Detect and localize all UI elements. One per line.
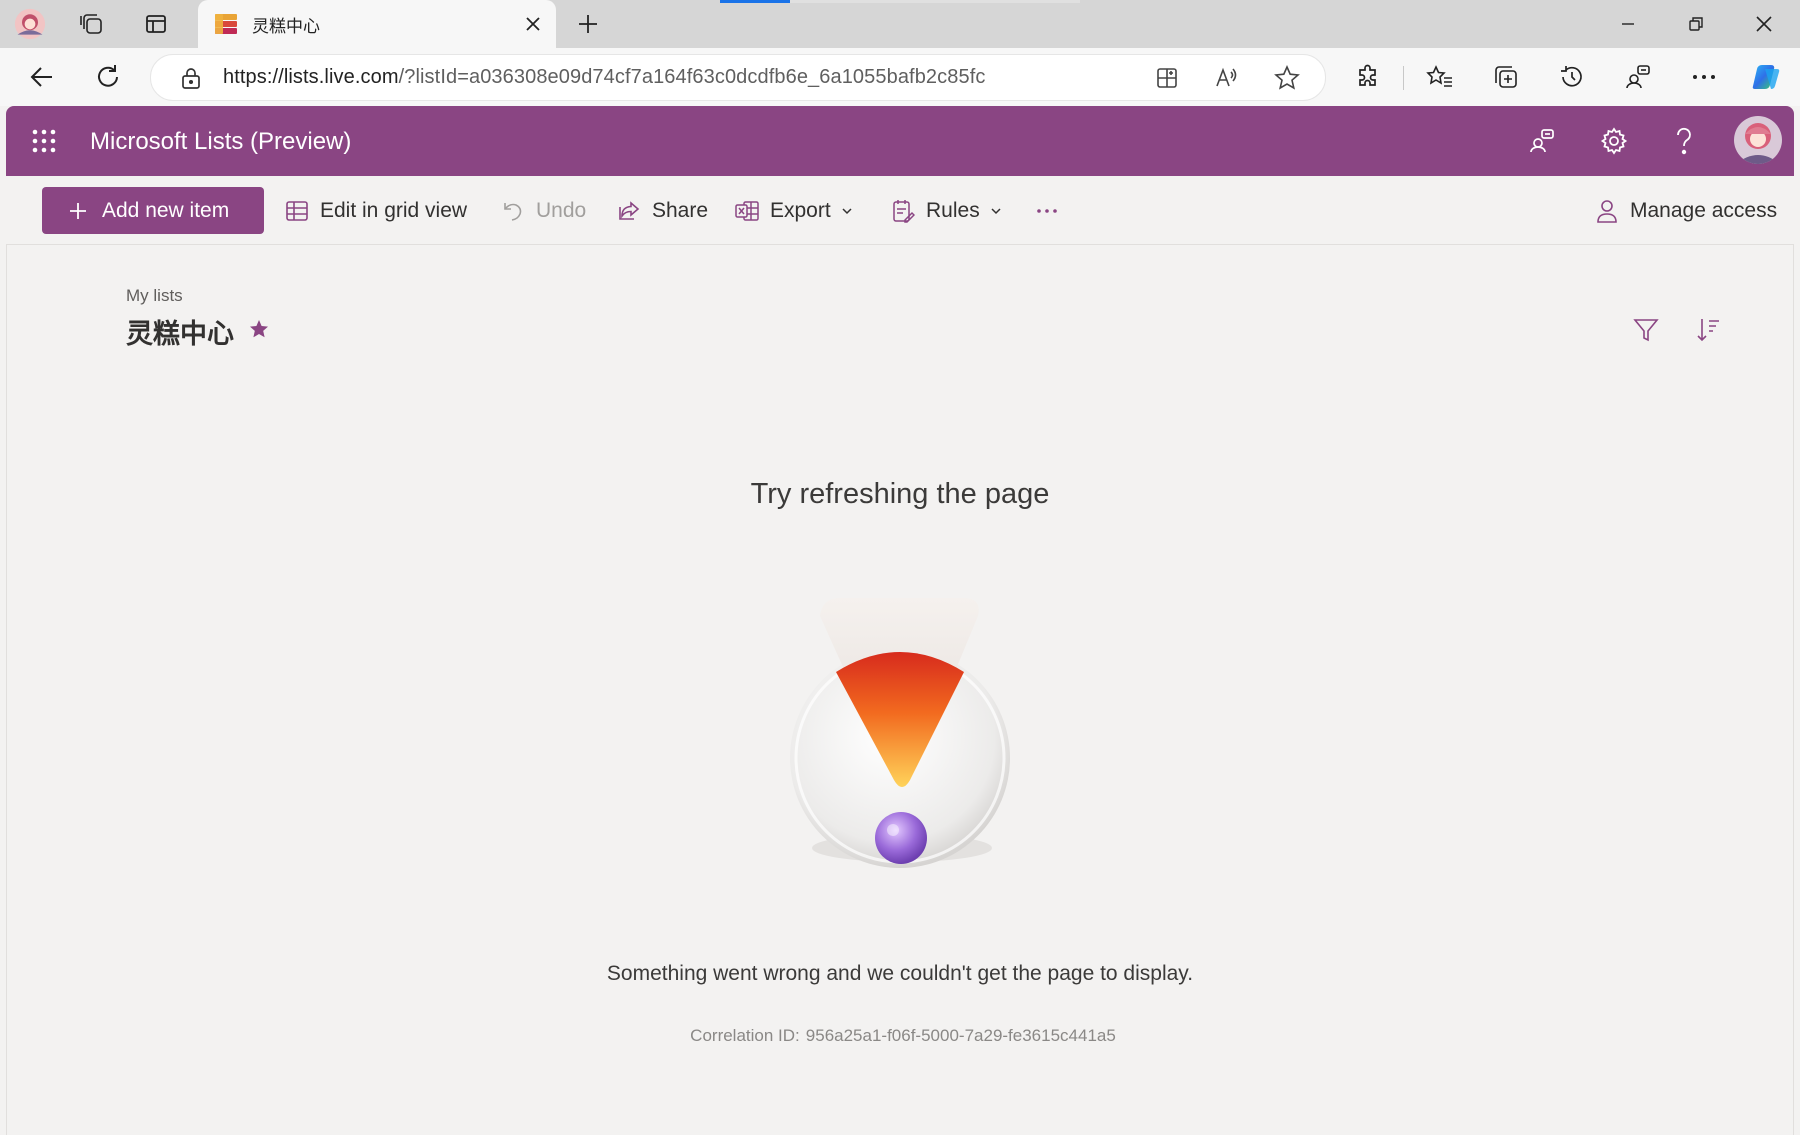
undo-label: Undo <box>536 199 587 222</box>
share-icon <box>616 198 642 224</box>
correlation-id-value: 956a25a1-f06f-5000-7a29-fe3615c441a5 <box>805 1026 1116 1045</box>
edit-grid-view-button[interactable]: Edit in grid view <box>284 196 467 226</box>
help-icon[interactable] <box>1666 123 1702 159</box>
chevron-down-icon <box>841 207 853 215</box>
favorite-star-icon[interactable] <box>1271 62 1303 94</box>
app-header: Microsoft Lists (Preview) <box>6 106 1794 176</box>
tab-close-icon[interactable] <box>517 8 549 40</box>
copilot-icon[interactable] <box>1748 59 1784 95</box>
sort-icon[interactable] <box>1694 316 1722 349</box>
error-title: Try refreshing the page <box>750 478 1050 510</box>
settings-gear-icon[interactable] <box>1596 123 1632 159</box>
lock-icon[interactable] <box>175 62 207 94</box>
extensions-icon[interactable] <box>1350 59 1386 95</box>
plus-icon <box>66 199 90 223</box>
url-path: /?listId=a036308e09d74cf7a164f63c0dcdfb6… <box>398 66 986 88</box>
refresh-icon[interactable] <box>90 59 126 95</box>
favorites-icon[interactable] <box>1422 59 1458 95</box>
read-aloud-icon[interactable] <box>1211 62 1243 94</box>
error-illustration <box>778 580 1024 885</box>
profile-avatar-icon[interactable] <box>14 8 46 40</box>
workspaces-icon[interactable] <box>76 8 108 40</box>
user-avatar[interactable] <box>1734 116 1782 164</box>
rules-button[interactable]: Rules <box>890 196 1002 226</box>
app-launcher-icon[interactable] <box>26 123 62 159</box>
url-text[interactable]: https://lists.live.com/?listId=a036308e0… <box>223 66 985 89</box>
filter-icon[interactable] <box>1632 316 1660 349</box>
collections-icon[interactable] <box>1488 59 1524 95</box>
correlation-label: Correlation ID: <box>690 1026 800 1045</box>
undo-icon <box>500 198 526 224</box>
correlation-id-text: Correlation ID: 956a25a1-f06f-5000-7a29-f… <box>0 1026 1800 1046</box>
page-loading-indicator <box>720 0 790 3</box>
app-title[interactable]: Microsoft Lists (Preview) <box>90 128 351 156</box>
favorite-star-filled-icon[interactable] <box>248 318 270 345</box>
excel-icon <box>734 198 760 224</box>
chevron-down-icon <box>990 207 1002 215</box>
tab-title: 灵糕中心 <box>252 17 320 36</box>
share-button[interactable]: Share <box>616 196 708 226</box>
more-menu-icon[interactable] <box>1686 59 1722 95</box>
account-switch-icon[interactable] <box>1620 59 1656 95</box>
url-host: https://lists.live.com <box>223 66 399 88</box>
manage-access-label: Manage access <box>1630 199 1778 222</box>
address-bar[interactable]: https://lists.live.com/?listId=a036308e0… <box>150 54 1326 101</box>
manage-access-button[interactable]: Manage access <box>1594 196 1777 226</box>
command-bar: Add new item Edit in grid view Undo Shar… <box>6 176 1794 245</box>
grid-icon <box>284 198 310 224</box>
feedback-icon[interactable] <box>1524 123 1560 159</box>
undo-button[interactable]: Undo <box>500 196 586 226</box>
address-bar-row: https://lists.live.com/?listId=a036308e0… <box>0 48 1800 106</box>
breadcrumb[interactable]: My lists <box>126 286 183 306</box>
rules-icon <box>890 198 916 224</box>
new-tab-icon[interactable] <box>572 8 604 40</box>
export-button[interactable]: Export <box>734 196 853 226</box>
back-icon[interactable] <box>24 59 60 95</box>
share-label: Share <box>652 199 709 222</box>
app-available-icon[interactable] <box>1151 62 1183 94</box>
add-new-item-label: Add new item <box>102 198 230 222</box>
export-label: Export <box>770 199 831 222</box>
lists-favicon-icon <box>210 8 242 40</box>
person-icon <box>1594 198 1620 224</box>
tab-actions-icon[interactable] <box>140 8 172 40</box>
toolbar-divider <box>1403 66 1404 90</box>
edit-grid-view-label: Edit in grid view <box>320 199 468 222</box>
browser-tab-strip: 灵糕中心 <box>0 0 1800 48</box>
window-close-icon[interactable] <box>1736 6 1792 42</box>
minimize-icon[interactable] <box>1600 6 1656 42</box>
history-icon[interactable] <box>1554 59 1590 95</box>
add-new-item-button[interactable]: Add new item <box>42 187 264 234</box>
more-commands-icon[interactable] <box>1036 196 1058 226</box>
rules-label: Rules <box>926 199 980 222</box>
error-message: Something went wrong and we couldn't get… <box>606 962 1194 985</box>
restore-icon[interactable] <box>1668 6 1724 42</box>
list-title: 灵糕中心 <box>126 319 234 349</box>
